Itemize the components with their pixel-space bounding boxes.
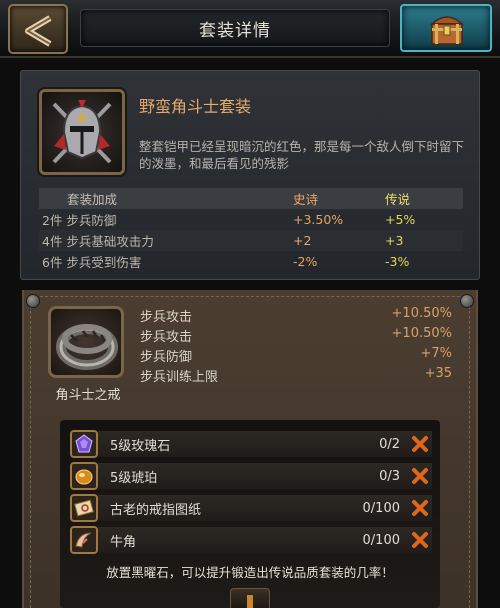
item-stat-row: 步兵攻击 +10.50%: [140, 326, 452, 346]
bonus-name: 2件 步兵防御: [42, 213, 117, 228]
material-name: 5级琥珀: [110, 470, 158, 486]
missing-x-icon: [412, 500, 428, 516]
bonus-epic-value: +2: [293, 233, 312, 248]
bonus-legendary-value: +3: [385, 233, 404, 248]
material-count: 0/100: [362, 532, 400, 548]
material-row[interactable]: 5级琥珀 0/3: [70, 462, 432, 490]
stat-label: 步兵攻击: [140, 330, 193, 345]
set-description: 整套铠甲已经呈现暗沉的红色，那是每一个敌人倒下时留下的泼墨，和最后看见的残影: [139, 139, 465, 171]
missing-x-icon: [412, 436, 428, 452]
header-legendary: 传说: [385, 192, 411, 207]
stat-value: +10.50%: [391, 306, 452, 321]
bonus-row: 2件 步兵防御 +3.50% +5%: [39, 209, 463, 230]
material-count: 0/2: [379, 436, 400, 452]
bonus-row: 4件 步兵基础攻击力 +2 +3: [39, 230, 463, 251]
bonus-legendary-value: -3%: [385, 254, 410, 269]
material-row[interactable]: 牛角 0/100: [70, 526, 432, 554]
material-count: 0/100: [362, 500, 400, 516]
set-name: 野蛮角斗士套装: [139, 97, 252, 116]
item-stat-row: 步兵防御 +7%: [140, 346, 452, 366]
set-helmet-slot[interactable]: [39, 89, 125, 175]
gladiator-helmet-icon: [52, 100, 112, 164]
header-set-bonus: 套装加成: [67, 192, 118, 207]
obsidian-slot-button[interactable]: [230, 588, 270, 608]
ring-icon: [56, 324, 118, 370]
back-arrow-icon: [25, 15, 52, 47]
amber-icon: [70, 462, 98, 490]
header-epic: 史诗: [293, 192, 319, 207]
stat-label: 步兵攻击: [140, 310, 193, 325]
back-button[interactable]: [8, 4, 68, 54]
material-row[interactable]: 5级玫瑰石 0/2: [70, 430, 432, 458]
material-name: 牛角: [110, 534, 137, 550]
set-info-panel: 野蛮角斗士套装 整套铠甲已经呈现暗沉的红色，那是每一个敌人倒下时留下的泼墨，和最…: [20, 70, 480, 280]
material-row[interactable]: 古老的戒指图纸 0/100: [70, 494, 432, 522]
horn-icon: [70, 526, 98, 554]
page-title: 套装详情: [199, 20, 271, 41]
rivet-decoration: [26, 294, 40, 308]
blueprint-scroll-icon: [70, 494, 98, 522]
set-bonus-table: 套装加成 史诗 传说 2件 步兵防御 +3.50% +5% 4件 步兵基础攻击力…: [39, 188, 463, 272]
purple-gem-icon: [70, 430, 98, 458]
stat-label: 步兵防御: [140, 350, 193, 365]
bonus-name: 6件 步兵受到伤害: [42, 255, 142, 270]
treasure-chest-button[interactable]: [400, 4, 492, 52]
page-title-plate: 套装详情: [80, 9, 390, 47]
obsidian-hint: 放置黑曜石，可以提升锻造出传说品质套装的几率！: [106, 565, 394, 580]
rivet-decoration: [460, 294, 474, 308]
stat-value: +10.50%: [391, 326, 452, 341]
bonus-epic-value: -2%: [293, 254, 318, 269]
material-name: 古老的戒指图纸: [110, 502, 202, 518]
missing-x-icon: [412, 532, 428, 548]
item-slot[interactable]: [48, 306, 124, 378]
treasure-chest-icon: [430, 16, 464, 45]
bonus-epic-value: +3.50%: [293, 212, 344, 227]
missing-x-icon: [412, 468, 428, 484]
material-count: 0/3: [379, 468, 400, 484]
bonus-table-header: 套装加成 史诗 传说: [39, 188, 463, 209]
bonus-legendary-value: +5%: [385, 212, 416, 227]
stat-value: +7%: [420, 346, 452, 361]
bonus-name: 4件 步兵基础攻击力: [42, 234, 154, 249]
bonus-row: 6件 步兵受到伤害 -2% -3%: [39, 251, 463, 272]
material-name: 5级玫瑰石: [110, 438, 171, 454]
item-name: 角斗士之戒: [55, 388, 121, 403]
item-stat-row: 步兵训练上限 +35: [140, 366, 452, 386]
stat-label: 步兵训练上限: [140, 370, 219, 385]
header-bar: 套装详情: [0, 0, 500, 58]
item-stat-row: 步兵攻击 +10.50%: [140, 306, 452, 326]
stat-value: +35: [424, 366, 452, 381]
